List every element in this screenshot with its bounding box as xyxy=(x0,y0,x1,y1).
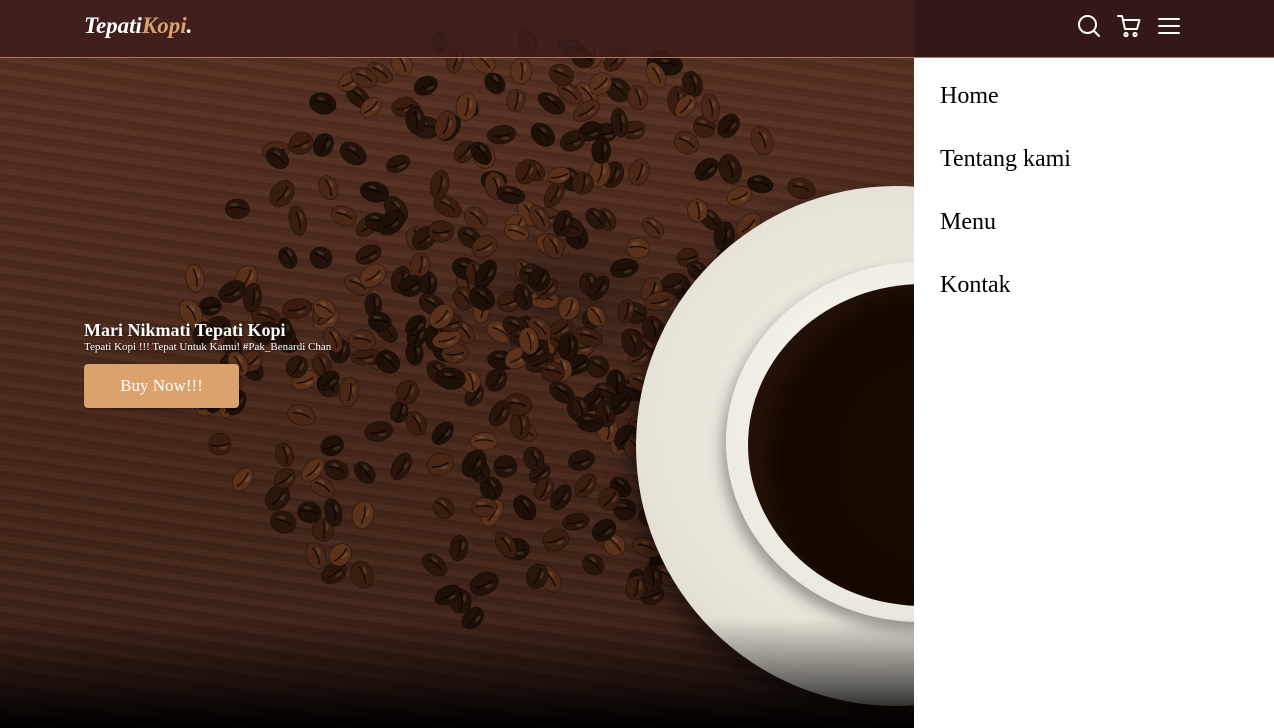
menu-item-menu: Menu xyxy=(940,209,1274,272)
hero-section: Mari Nikmati Tepati Kopi Tepati Kopi !!!… xyxy=(0,0,914,728)
menu-link-home[interactable]: Home xyxy=(940,83,999,109)
side-navigation-menu: Home Tentang kami Menu Kontak xyxy=(914,58,1274,728)
search-icon[interactable] xyxy=(1076,13,1102,39)
hero-subtitle: Tepati Kopi !!! Tepat Untuk Kamu! #Pak_B… xyxy=(84,341,332,353)
brand-suffix: . xyxy=(186,13,193,38)
navbar: TepatiKopi. xyxy=(0,0,1274,58)
hamburger-menu-icon[interactable] xyxy=(1156,13,1182,39)
menu-item-tentang-kami: Tentang kami xyxy=(940,146,1274,209)
menu-item-home: Home xyxy=(940,83,1274,146)
shopping-cart-icon[interactable] xyxy=(1116,13,1142,39)
menu-link-menu[interactable]: Menu xyxy=(940,209,996,235)
navbar-icons xyxy=(1076,13,1182,39)
menu-link-kontak[interactable]: Kontak xyxy=(940,272,1011,298)
brand-logo[interactable]: TepatiKopi. xyxy=(84,13,192,39)
menu-list: Home Tentang kami Menu Kontak xyxy=(914,58,1274,335)
brand-accent: Kopi xyxy=(141,13,187,38)
hero-content: Mari Nikmati Tepati Kopi Tepati Kopi !!!… xyxy=(84,320,331,408)
menu-item-kontak: Kontak xyxy=(940,272,1274,335)
buy-now-button[interactable]: Buy Now!!! xyxy=(84,364,239,408)
menu-link-tentang-kami[interactable]: Tentang kami xyxy=(940,146,1071,172)
brand-name: Tepati xyxy=(84,13,142,38)
hero-title: Mari Nikmati Tepati Kopi xyxy=(84,320,286,340)
